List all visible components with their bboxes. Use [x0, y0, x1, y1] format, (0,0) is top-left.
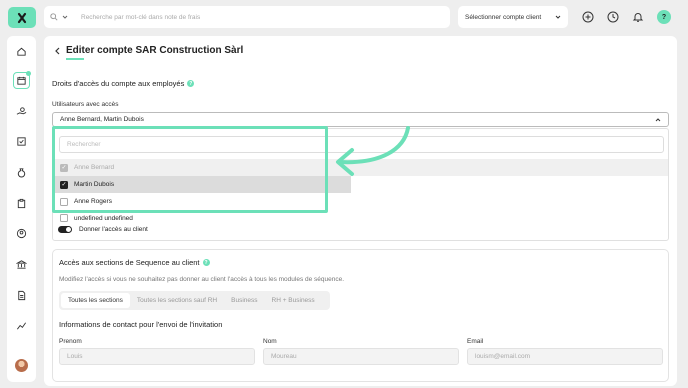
sections-description: Modifiez l'accès si vous ne souhaitez pa… [59, 276, 345, 283]
clock-icon[interactable] [606, 10, 620, 24]
home-icon [17, 47, 26, 56]
client-access-row[interactable]: Donner l'accès au client [58, 226, 148, 233]
sections-title-label: Accès aux sections de Sequence au client [59, 258, 200, 267]
clipboard-icon [17, 198, 26, 209]
tab-all-sections[interactable]: Toutes les sections [61, 293, 130, 308]
sidebar-item-bank[interactable] [13, 256, 30, 273]
calendar-icon [17, 76, 26, 85]
add-icon[interactable] [581, 10, 595, 24]
tab-business[interactable]: Business [224, 293, 264, 308]
sections-tabs: Toutes les sections Toutes les sections … [59, 291, 330, 310]
sidebar-item-home[interactable] [13, 43, 30, 60]
search-icon [50, 13, 58, 21]
hand-coin-icon [16, 107, 27, 115]
sidebar-item-calendar[interactable] [13, 71, 31, 89]
annotation-arrow-icon [336, 126, 410, 176]
money-bag-icon [17, 168, 26, 178]
client-access-label: Donner l'accès au client [79, 226, 148, 233]
notification-dot [26, 71, 31, 76]
sidebar-item-document[interactable] [13, 287, 30, 304]
sidebar-item-payments[interactable] [13, 103, 30, 120]
users-field-label: Utilisateurs avec accès [52, 101, 119, 108]
logo-icon [17, 12, 27, 23]
tab-all-except-rh[interactable]: Toutes les sections sauf RH [130, 293, 224, 308]
sidebar-item-users[interactable] [13, 225, 30, 242]
bank-icon [16, 260, 27, 269]
app-logo[interactable] [8, 7, 36, 28]
contact-info-title: Informations de contact pour l'envoi de … [59, 320, 223, 329]
section-access-label: Droits d'accès du compte aux employés [52, 79, 185, 88]
selected-users-value: Anne Bernard, Martin Dubois [60, 116, 144, 123]
sidebar-item-chart[interactable] [13, 317, 30, 334]
sidebar-item-clipboard[interactable] [13, 195, 30, 212]
client-select-label: Sélectionner compte client [465, 13, 542, 21]
sidebar-item-tasks[interactable] [13, 133, 30, 150]
chart-line-icon [17, 322, 27, 330]
user-circle-icon [16, 228, 27, 239]
page-title: Editer compte SAR Construction Sàrl [66, 45, 244, 56]
help-icon[interactable]: ? [202, 259, 210, 266]
document-icon [18, 290, 26, 301]
avatar[interactable] [15, 359, 28, 372]
tab-rh-business[interactable]: RH + Business [265, 293, 322, 308]
search-bar[interactable]: Recherche par mot-clé dans note de frais [44, 6, 450, 28]
nom-label: Nom [263, 338, 277, 345]
nom-field[interactable]: Moureau [263, 348, 459, 365]
search-input[interactable]: Recherche par mot-clé dans note de frais [81, 14, 200, 21]
client-access-toggle[interactable] [58, 226, 72, 233]
checkbox-icon[interactable] [60, 214, 68, 222]
sections-access-card: Accès aux sections de Sequence au client… [52, 249, 669, 382]
checkbox-icon [17, 137, 26, 146]
chevron-down-icon [555, 15, 561, 19]
help-icon[interactable]: ? [657, 10, 671, 24]
chevron-down-icon[interactable] [62, 14, 68, 20]
help-icon[interactable]: ? [187, 80, 195, 87]
undefined-user-label: undefined undefined [74, 214, 133, 222]
section-access-title: Droits d'accès du compte aux employés ? [52, 79, 195, 88]
email-label: Email [467, 338, 484, 345]
bell-icon[interactable] [631, 10, 645, 24]
email-field[interactable]: louism@email.com [467, 348, 663, 365]
title-underline [66, 58, 84, 60]
back-arrow-icon[interactable] [54, 47, 62, 55]
prenom-label: Prenom [59, 338, 82, 345]
client-select[interactable]: Sélectionner compte client [458, 6, 568, 28]
sidebar [7, 36, 36, 382]
sidebar-item-money[interactable] [13, 164, 30, 181]
highlight-box [52, 126, 328, 213]
chevron-up-icon[interactable] [655, 117, 661, 123]
prenom-field[interactable]: Louis [59, 348, 255, 365]
undefined-user-row[interactable]: undefined undefined [60, 214, 133, 222]
sections-title: Accès aux sections de Sequence au client… [59, 258, 210, 267]
